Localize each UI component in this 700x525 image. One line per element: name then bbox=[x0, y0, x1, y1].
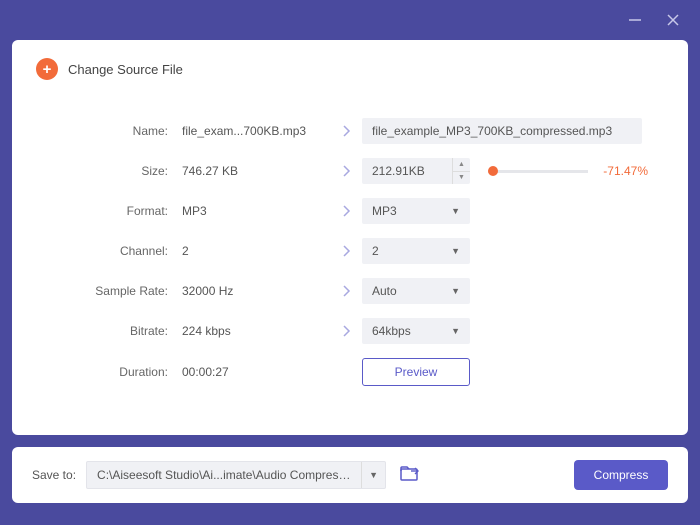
chevron-down-icon: ▼ bbox=[451, 206, 460, 216]
preview-button[interactable]: Preview bbox=[362, 358, 470, 386]
bitrate-label: Bitrate: bbox=[52, 324, 182, 338]
arrow-icon bbox=[332, 165, 362, 177]
sample-rate-dropdown-value: Auto bbox=[372, 284, 397, 298]
size-step-up[interactable]: ▲ bbox=[453, 158, 470, 172]
slider-thumb[interactable] bbox=[488, 166, 498, 176]
add-file-icon[interactable]: + bbox=[36, 58, 58, 80]
channel-dropdown[interactable]: 2 ▼ bbox=[362, 238, 470, 264]
open-folder-icon[interactable] bbox=[400, 466, 420, 485]
size-step-down[interactable]: ▼ bbox=[453, 172, 470, 185]
chevron-down-icon: ▼ bbox=[451, 286, 460, 296]
name-label: Name: bbox=[52, 124, 182, 138]
sample-rate-label: Sample Rate: bbox=[52, 284, 182, 298]
arrow-icon bbox=[332, 285, 362, 297]
source-channel-value: 2 bbox=[182, 244, 332, 258]
format-dropdown[interactable]: MP3 ▼ bbox=[362, 198, 470, 224]
save-path-selector[interactable]: C:\Aiseesoft Studio\Ai...imate\Audio Com… bbox=[86, 461, 386, 489]
change-source-link[interactable]: Change Source File bbox=[68, 62, 183, 77]
chevron-down-icon: ▼ bbox=[451, 246, 460, 256]
duration-label: Duration: bbox=[52, 365, 182, 379]
source-size-value: 746.27 KB bbox=[182, 164, 332, 178]
close-button[interactable] bbox=[666, 13, 680, 27]
source-name-value: file_exam...700KB.mp3 bbox=[182, 124, 332, 138]
channel-dropdown-value: 2 bbox=[372, 244, 379, 258]
arrow-icon bbox=[332, 125, 362, 137]
format-dropdown-value: MP3 bbox=[372, 204, 397, 218]
bitrate-dropdown[interactable]: 64kbps ▼ bbox=[362, 318, 470, 344]
size-slider[interactable] bbox=[488, 170, 588, 173]
output-name-input[interactable]: file_example_MP3_700KB_compressed.mp3 bbox=[362, 118, 642, 144]
output-size-stepper[interactable]: 212.91KB ▲ ▼ bbox=[362, 158, 470, 184]
save-path-dropdown[interactable]: ▼ bbox=[361, 462, 385, 488]
duration-value: 00:00:27 bbox=[182, 365, 332, 379]
source-format-value: MP3 bbox=[182, 204, 332, 218]
source-sample-rate-value: 32000 Hz bbox=[182, 284, 332, 298]
output-size-value: 212.91KB bbox=[362, 164, 452, 178]
bitrate-dropdown-value: 64kbps bbox=[372, 324, 411, 338]
minimize-button[interactable] bbox=[628, 13, 642, 27]
sample-rate-dropdown[interactable]: Auto ▼ bbox=[362, 278, 470, 304]
save-to-label: Save to: bbox=[32, 468, 76, 482]
size-percent: -71.47% bbox=[600, 164, 648, 178]
compress-button[interactable]: Compress bbox=[574, 460, 668, 490]
size-label: Size: bbox=[52, 164, 182, 178]
arrow-icon bbox=[332, 325, 362, 337]
chevron-down-icon: ▼ bbox=[451, 326, 460, 336]
source-bitrate-value: 224 kbps bbox=[182, 324, 332, 338]
format-label: Format: bbox=[52, 204, 182, 218]
output-name-value: file_example_MP3_700KB_compressed.mp3 bbox=[372, 124, 612, 138]
channel-label: Channel: bbox=[52, 244, 182, 258]
save-path-value: C:\Aiseesoft Studio\Ai...imate\Audio Com… bbox=[87, 468, 361, 482]
arrow-icon bbox=[332, 245, 362, 257]
arrow-icon bbox=[332, 205, 362, 217]
